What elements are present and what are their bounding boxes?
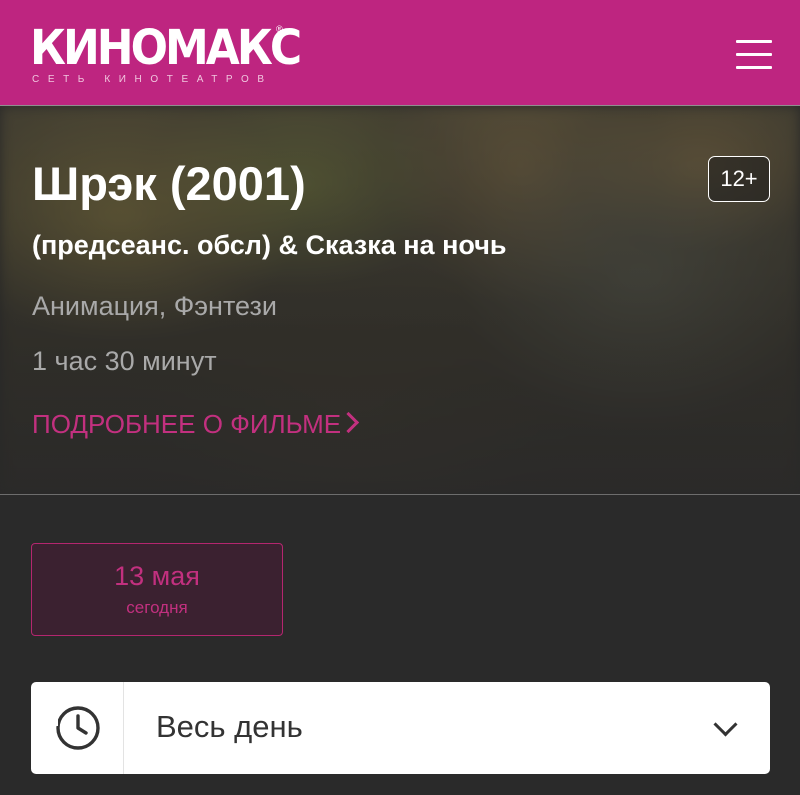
movie-subtitle: (предсеанс. обсл) & Сказка на ночь	[32, 230, 507, 260]
kinomax-logo[interactable]: КИНОМАКС ® СЕТЬ КИНОТЕАТРОВ	[30, 21, 302, 86]
logo-wordmark: КИНОМАКС	[30, 19, 302, 76]
menu-line	[736, 40, 772, 43]
hamburger-menu-icon[interactable]	[736, 40, 772, 70]
movie-hero: Шрэк (2001) 12+ (предсеанс. обсл) & Сказ…	[0, 106, 800, 495]
chevron-down-icon	[713, 712, 738, 737]
date-chip-date: 13 мая	[114, 561, 200, 591]
logo-subtitle: СЕТЬ КИНОТЕАТРОВ	[32, 74, 273, 85]
site-header: КИНОМАКС ® СЕТЬ КИНОТЕАТРОВ	[0, 0, 800, 106]
age-rating-badge: 12+	[708, 156, 770, 202]
movie-details-link-label: ПОДРОБНЕЕ О ФИЛЬМЕ	[32, 409, 342, 439]
date-chip-caption: сегодня	[126, 598, 188, 617]
chevron-right-icon	[338, 411, 360, 434]
time-select-value: Весь день	[156, 709, 303, 744]
menu-line	[736, 53, 772, 56]
date-chip-today[interactable]: 13 мая сегодня	[31, 543, 283, 636]
movie-details-link[interactable]: ПОДРОБНЕЕ О ФИЛЬМЕ	[32, 409, 360, 440]
movie-duration: 1 час 30 минут	[32, 346, 217, 376]
logo-registered-mark: ®	[276, 24, 283, 34]
menu-line	[736, 66, 772, 69]
time-icon-container	[31, 682, 124, 774]
clock-icon	[52, 706, 100, 750]
time-of-day-select[interactable]: Весь день	[31, 682, 770, 774]
movie-title: Шрэк (2001)	[32, 157, 306, 210]
movie-genre: Анимация, Фэнтези	[32, 291, 277, 321]
